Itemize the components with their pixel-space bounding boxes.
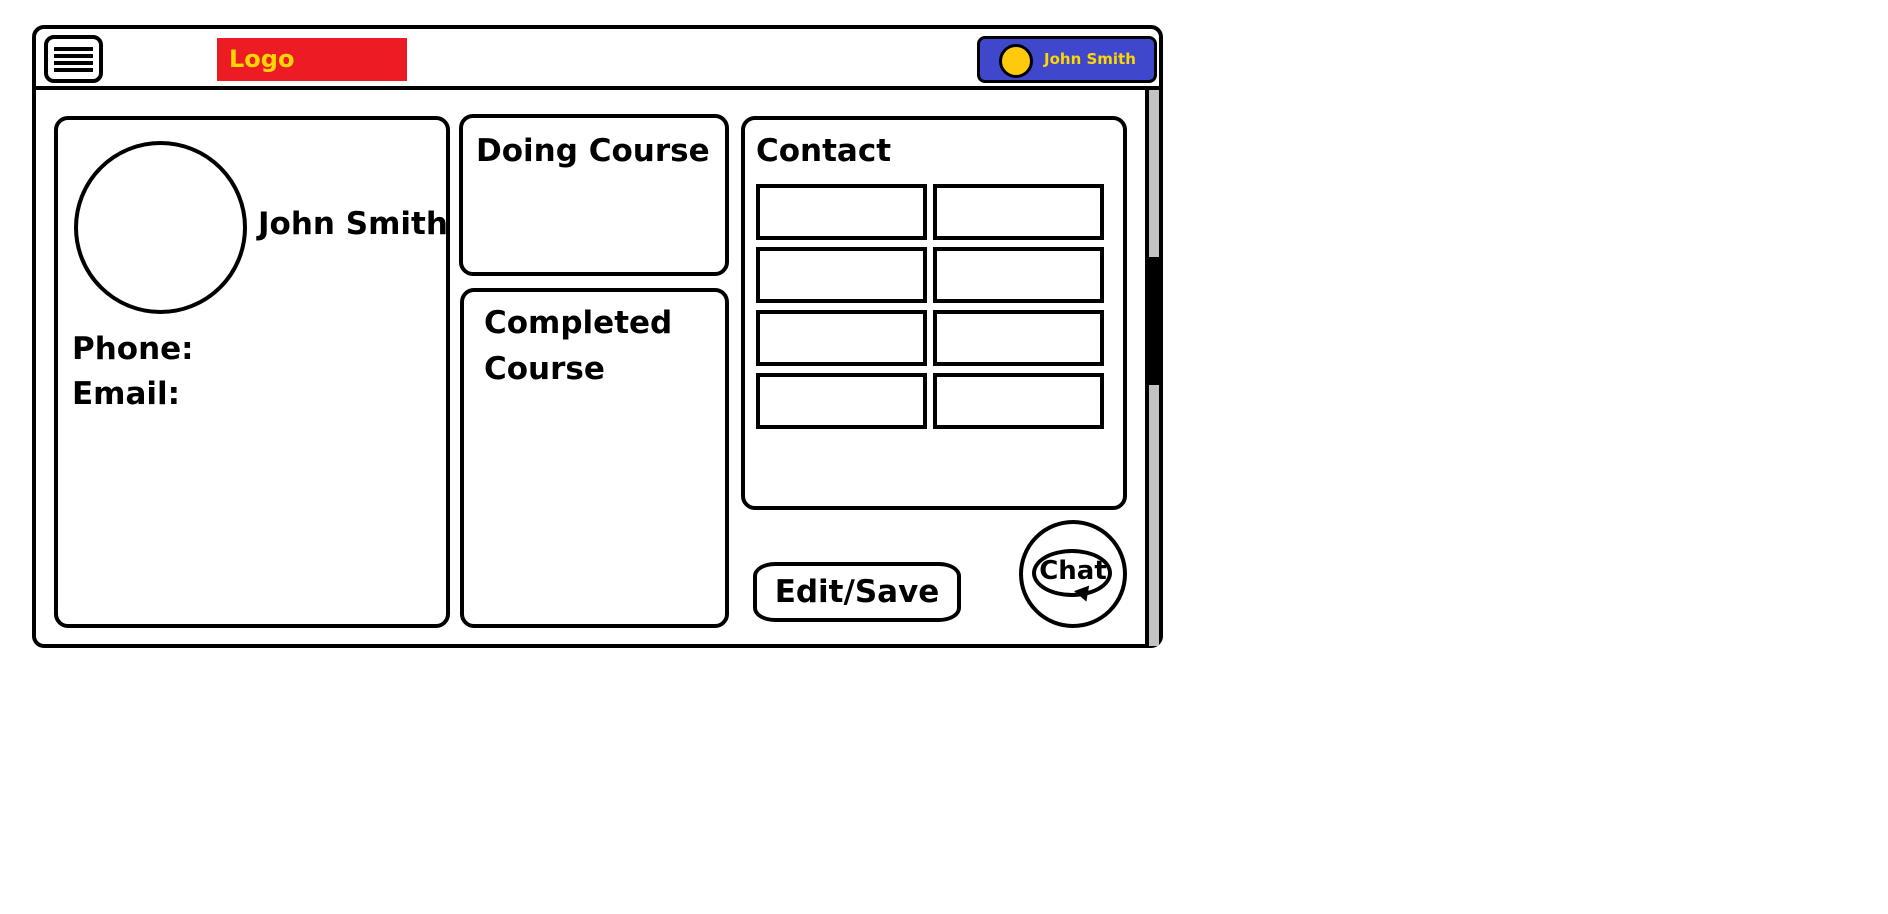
contact-title: Contact [756, 133, 892, 169]
edit-save-button[interactable]: Edit/Save [753, 562, 961, 622]
contact-field[interactable] [933, 184, 1104, 240]
contact-field[interactable] [756, 373, 927, 429]
menu-button[interactable] [44, 35, 103, 83]
phone-label: Phone: [72, 331, 194, 367]
scrollbar[interactable] [1145, 90, 1159, 646]
chat-label: Chat [1039, 556, 1107, 586]
completed-course-title-line-1: Completed [484, 305, 673, 341]
header-divider [34, 86, 1161, 90]
profile-name: John Smith [258, 206, 448, 242]
contact-field[interactable] [933, 373, 1104, 429]
profile-avatar[interactable] [74, 141, 247, 314]
contact-field[interactable] [933, 247, 1104, 303]
email-label: Email: [72, 376, 181, 412]
scrollbar-thumb[interactable] [1149, 257, 1159, 385]
chat-button[interactable]: Chat [1019, 520, 1127, 628]
doing-course-title: Doing Course [476, 133, 710, 169]
contact-field[interactable] [756, 310, 927, 366]
user-avatar-icon [999, 44, 1033, 78]
contact-field[interactable] [756, 247, 927, 303]
completed-course-title-line-2: Course [484, 351, 605, 387]
contact-field[interactable] [933, 310, 1104, 366]
completed-course-title: Completed Course [484, 300, 672, 392]
contact-field[interactable] [756, 184, 927, 240]
user-name: John Smith [1044, 50, 1136, 68]
user-menu-button[interactable]: John Smith [977, 36, 1157, 83]
logo[interactable]: Logo [217, 38, 407, 81]
